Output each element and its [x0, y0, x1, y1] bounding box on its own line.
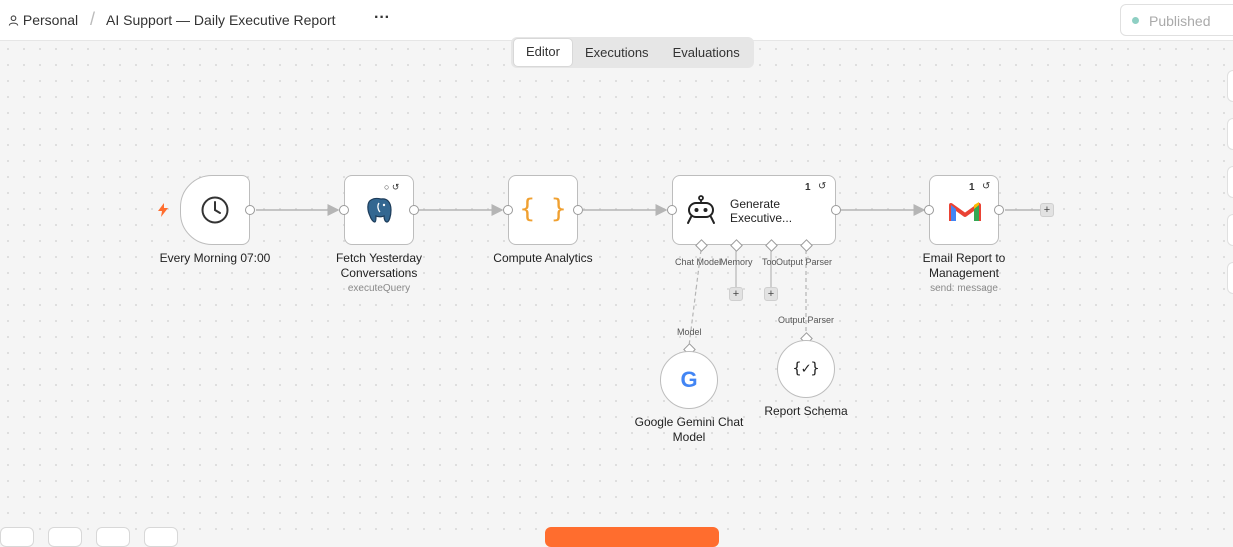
google-g-icon: G — [680, 367, 698, 392]
ai-agent-node[interactable]: Generate Executive... 1 ↺ — [672, 175, 836, 245]
gemini-label-line2: Model — [672, 430, 706, 444]
workflow-canvas[interactable] — [0, 41, 1233, 534]
add-next-node-button[interactable]: + — [1040, 203, 1054, 217]
gmail-output-handle[interactable] — [994, 205, 1004, 215]
more-options-button[interactable]: ··· — [374, 9, 390, 27]
gmail-refresh-icon: ↺ — [982, 181, 991, 192]
view-tabs: Editor Executions Evaluations — [511, 37, 754, 68]
report-schema-node[interactable]: {✓} — [777, 340, 835, 398]
canvas-control-5[interactable] — [1227, 262, 1233, 294]
gmail-node[interactable]: 1 ↺ — [929, 175, 999, 245]
schedule-node-label: Every Morning 07:00 — [159, 251, 271, 265]
agent-title-line2: Executive... — [730, 211, 793, 225]
output-parser-connector-label: Output Parser — [776, 257, 833, 267]
zoom-in-button[interactable] — [48, 527, 82, 547]
node-status-icon: ○ ↺ — [384, 182, 400, 192]
postgres-node-subtitle: executeQuery — [347, 283, 411, 294]
postgres-node-label: Fetch Yesterday Conversations — [304, 251, 454, 281]
add-tool-button[interactable]: + — [764, 287, 778, 301]
chat-model-connector-label: Chat Model — [675, 257, 722, 267]
structured-output-icon: {✓} — [792, 359, 820, 377]
postgres-elephant-icon — [367, 197, 392, 223]
status-dot-icon — [1132, 17, 1139, 24]
agent-input-handle[interactable] — [667, 205, 677, 215]
postgres-input-handle[interactable] — [339, 205, 349, 215]
published-label: Published — [1149, 13, 1211, 29]
breadcrumb-separator: / — [90, 9, 96, 29]
tab-editor[interactable]: Editor — [513, 38, 573, 67]
robot-icon — [687, 195, 715, 224]
tab-executions[interactable]: Executions — [573, 39, 661, 66]
model-connection-label: Model — [677, 327, 702, 337]
clock-icon — [201, 196, 229, 224]
gmail-node-subtitle: send: message — [930, 283, 998, 294]
canvas-control-3[interactable] — [1227, 166, 1233, 198]
reset-zoom-button[interactable] — [144, 527, 178, 547]
postgres-output-handle[interactable] — [409, 205, 419, 215]
code-braces-icon: { } — [519, 194, 567, 224]
output-parser-connection-label: Output Parser — [778, 315, 835, 325]
agent-output-handle[interactable] — [831, 205, 841, 215]
schema-node-label: Report Schema — [764, 404, 848, 418]
agent-run-count-badge: 1 — [805, 182, 811, 193]
zoom-out-button[interactable] — [96, 527, 130, 547]
gmail-input-handle[interactable] — [924, 205, 934, 215]
gmail-icon — [949, 202, 981, 221]
gmail-run-count-badge: 1 — [969, 182, 975, 193]
schedule-trigger-node[interactable] — [180, 175, 250, 245]
workflow-name[interactable]: AI Support — Daily Executive Report — [106, 12, 336, 28]
trigger-bolt-icon — [158, 203, 168, 217]
gemini-node-label: Google Gemini Chat Model — [614, 415, 764, 445]
project-breadcrumb[interactable]: Personal — [8, 12, 78, 28]
tool-connector-label: Tool — [762, 257, 776, 267]
code-node[interactable]: { } — [508, 175, 578, 245]
gmail-node-label: Email Report to Management — [889, 251, 1039, 281]
postgres-node[interactable]: ○ ↺ — [344, 175, 414, 245]
postgres-label-line1: Fetch Yesterday — [335, 251, 423, 265]
published-status[interactable]: Published — [1120, 4, 1233, 36]
schedule-output-handle[interactable] — [245, 205, 255, 215]
gemini-chat-model-node[interactable]: G — [660, 351, 718, 409]
canvas-control-2[interactable] — [1227, 118, 1233, 150]
execute-workflow-button[interactable] — [545, 527, 719, 547]
user-icon — [8, 15, 19, 26]
project-name: Personal — [22, 12, 79, 28]
canvas-control-1[interactable] — [1227, 70, 1233, 102]
canvas-control-4[interactable] — [1227, 214, 1233, 246]
code-node-label: Compute Analytics — [493, 251, 593, 265]
gmail-label-line2: Management — [928, 266, 1000, 280]
code-input-handle[interactable] — [503, 205, 513, 215]
gmail-label-line1: Email Report to — [922, 251, 1006, 265]
memory-connector-label: Memory — [720, 257, 753, 267]
tab-evaluations[interactable]: Evaluations — [661, 39, 752, 66]
zoom-to-fit-button[interactable] — [0, 527, 34, 547]
agent-refresh-icon: ↺ — [818, 181, 827, 192]
agent-title-line1: Generate — [730, 197, 781, 211]
top-bar: Personal / AI Support — Daily Executive … — [0, 0, 1233, 41]
postgres-label-line2: Conversations — [340, 266, 418, 280]
code-output-handle[interactable] — [573, 205, 583, 215]
add-memory-button[interactable]: + — [729, 287, 743, 301]
